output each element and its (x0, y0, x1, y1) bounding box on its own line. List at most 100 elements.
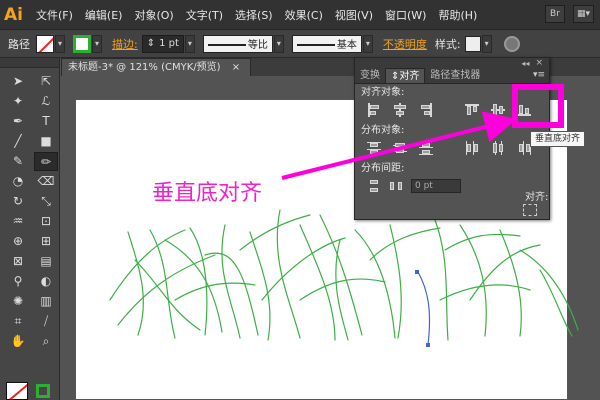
stroke-weight-value: 1 pt (159, 37, 179, 49)
gradient-tool-icon[interactable]: ▤ (34, 252, 58, 271)
highlight-box (512, 84, 564, 128)
vertical-distribute-center-icon[interactable] (393, 141, 407, 155)
control-bar: 路径 ▾ ▾ 描边: ⇕ 1 pt ▾ 等比 ▾ 基本 ▾ 不透明度 样式: ▾ (0, 30, 600, 58)
selection-tool-icon[interactable]: ➤ (6, 72, 30, 91)
stroke-weight-dropdown-icon[interactable]: ▾ (184, 34, 195, 53)
tab-align[interactable]: ⇕对齐 (385, 68, 426, 83)
free-transform-tool-icon[interactable]: ⊡ (34, 212, 58, 231)
direct-selection-tool-icon[interactable]: ⇱ (34, 72, 58, 91)
magic-wand-tool-icon[interactable]: ✦ (6, 92, 30, 111)
align-to-selection-icon[interactable] (523, 204, 537, 216)
fill-stroke-widget[interactable] (6, 382, 50, 400)
stroke-color-icon[interactable] (36, 384, 50, 398)
stroke-dropdown-icon[interactable]: ▾ (92, 34, 102, 53)
style-dropdown-icon[interactable]: ▾ (481, 34, 492, 53)
bridge-button[interactable]: Br (544, 5, 565, 23)
line-tool-icon[interactable]: ╱ (6, 132, 30, 151)
horizontal-align-left-icon[interactable] (367, 103, 381, 117)
type-tool-icon[interactable]: T (34, 112, 58, 131)
opacity-label[interactable]: 不透明度 (383, 36, 427, 52)
horizontal-distribute-right-icon[interactable] (517, 141, 531, 155)
scale-tool-icon[interactable]: ⤡ (34, 192, 58, 211)
menu-type[interactable]: 文字(T) (186, 7, 223, 23)
tab-transform[interactable]: 变换 (355, 68, 385, 83)
menu-view[interactable]: 视图(V) (335, 7, 373, 23)
paintbrush-tool-icon[interactable]: ✎ (6, 152, 30, 171)
stroke-label[interactable]: 描边: (112, 36, 138, 52)
brush-definition[interactable]: 基本 (291, 34, 362, 53)
app-logo: Ai (4, 4, 23, 25)
vertical-align-center-icon[interactable] (491, 103, 505, 117)
selection-type-label: 路径 (8, 37, 30, 51)
menu-edit[interactable]: 编辑(E) (85, 7, 123, 23)
pen-tool-icon[interactable]: ✒ (6, 112, 30, 131)
menu-bar: Ai 文件(F) 编辑(E) 对象(O) 文字(T) 选择(S) 效果(C) 视… (0, 0, 600, 30)
annotation-label: 垂直底对齐 (152, 181, 263, 206)
panel-title-bar[interactable]: ◂◂ × (355, 58, 549, 68)
tooltip: 垂直底对齐 (530, 131, 586, 147)
tab-pathfinder[interactable]: 路径查找器 (425, 68, 485, 83)
profile-dropdown-icon[interactable]: ▾ (273, 34, 284, 53)
shape-builder-tool-icon[interactable]: ⊕ (6, 232, 30, 251)
brush-label: 基本 (336, 40, 357, 51)
horizontal-distribute-space-icon[interactable] (389, 179, 403, 193)
menu-window[interactable]: 窗口(W) (385, 7, 426, 23)
horizontal-distribute-left-icon[interactable] (465, 141, 479, 155)
lasso-tool-icon[interactable]: ℒ (34, 92, 58, 111)
workspace-layout-icon[interactable]: ▦▾ (572, 5, 594, 23)
vertical-distribute-space-icon[interactable] (367, 179, 381, 193)
close-icon[interactable]: × (232, 62, 240, 73)
menu-select[interactable]: 选择(S) (235, 7, 273, 23)
blob-brush-tool-icon[interactable]: ◔ (6, 172, 30, 191)
variable-width-profile[interactable]: 等比 (202, 34, 273, 53)
stroke-weight-field[interactable]: ⇕ 1 pt (141, 34, 184, 53)
document-tab[interactable]: 未标题-3* @ 121% (CMYK/预览) × (61, 58, 251, 76)
style-label: 样式: (434, 37, 461, 51)
vertical-align-top-icon[interactable] (465, 103, 479, 117)
horizontal-distribute-center-icon[interactable] (491, 141, 505, 155)
eraser-tool-icon[interactable]: ⌫ (34, 172, 58, 191)
vertical-distribute-top-icon[interactable] (367, 141, 381, 155)
collapse-icon[interactable]: ◂◂ (521, 59, 529, 68)
profile-label: 等比 (247, 40, 268, 51)
artboard-tool-icon[interactable]: ⌗ (6, 312, 30, 331)
column-graph-tool-icon[interactable]: ▥ (34, 292, 58, 311)
symbol-sprayer-tool-icon[interactable]: ✺ (6, 292, 30, 311)
pencil-tool-icon[interactable]: ✏ (34, 152, 58, 171)
stroke-swatch[interactable] (73, 34, 91, 53)
fill-none-icon[interactable] (6, 382, 28, 400)
rectangle-tool-icon[interactable]: ■ (34, 132, 58, 151)
vertical-distribute-bottom-icon[interactable] (419, 141, 433, 155)
illustrator-window: Ai 文件(F) 编辑(E) 对象(O) 文字(T) 选择(S) 效果(C) 视… (0, 0, 600, 400)
slice-tool-icon[interactable]: ⧸ (34, 312, 58, 331)
spacing-value-field[interactable]: 0 pt (411, 179, 461, 193)
close-icon[interactable]: × (535, 58, 543, 68)
brush-dropdown-icon[interactable]: ▾ (362, 34, 373, 53)
menu-effect[interactable]: 效果(C) (285, 7, 323, 23)
eyedropper-tool-icon[interactable]: ⚲ (6, 272, 30, 291)
panel-tab-bar: 变换 ⇕对齐 路径查找器 ▾≡ (355, 68, 549, 84)
tools-panel-header[interactable] (0, 58, 59, 68)
graphic-style-swatch[interactable] (464, 35, 481, 52)
fill-dropdown-icon[interactable]: ▾ (55, 34, 65, 53)
rotate-tool-icon[interactable]: ↻ (6, 192, 30, 211)
menu-file[interactable]: 文件(F) (36, 7, 73, 23)
horizontal-align-center-icon[interactable] (393, 103, 407, 117)
menu-object[interactable]: 对象(O) (134, 7, 173, 23)
recolor-artwork-icon[interactable] (503, 35, 520, 52)
distribute-spacing-label: 分布间距: (361, 163, 405, 174)
fill-swatch-none[interactable] (36, 34, 54, 53)
mesh-tool-icon[interactable]: ⊠ (6, 252, 30, 271)
horizontal-align-right-icon[interactable] (419, 103, 433, 117)
stepper-icon[interactable]: ⇕ (147, 36, 155, 52)
panel-menu-icon[interactable]: ▾≡ (533, 68, 545, 83)
warp-tool-icon[interactable]: ♒ (6, 212, 30, 231)
document-tab-title: 未标题-3* @ 121% (CMYK/预览) (68, 62, 221, 73)
zoom-tool-icon[interactable]: ⌕ (34, 332, 58, 351)
hand-tool-icon[interactable]: ✋ (6, 332, 30, 351)
blend-tool-icon[interactable]: ◐ (34, 272, 58, 291)
align-panel: ◂◂ × 变换 ⇕对齐 路径查找器 ▾≡ 对齐对象: 分布对象: 分布间距: 0… (354, 57, 550, 220)
distribute-objects-row (361, 138, 543, 158)
perspective-grid-tool-icon[interactable]: ⊞ (34, 232, 58, 251)
menu-help[interactable]: 帮助(H) (438, 7, 477, 23)
